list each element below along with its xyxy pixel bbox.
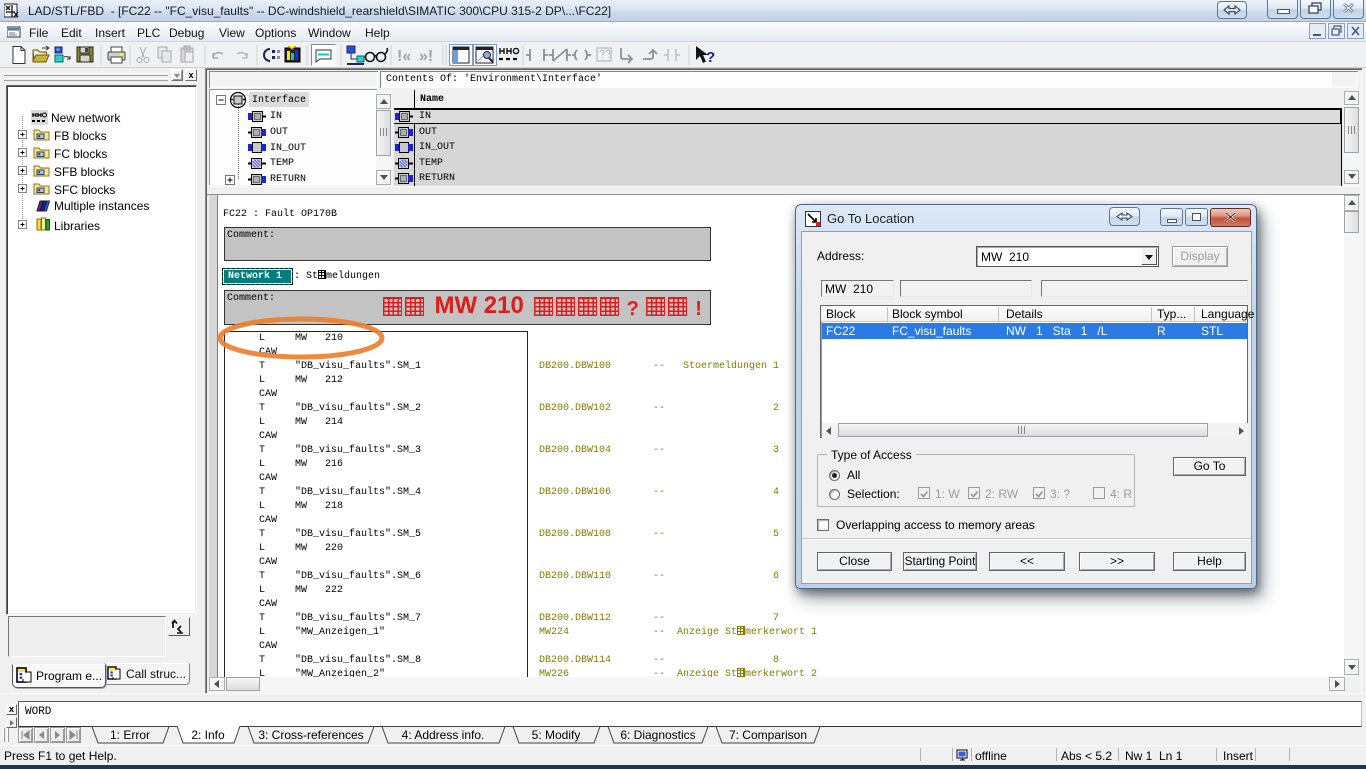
svg-text:6: Diagnostics: 6: Diagnostics (620, 728, 695, 742)
svg-text:3: Cross-references: 3: Cross-references (258, 728, 363, 742)
svg-text:1: Error: 1: Error (110, 728, 150, 742)
svg-text:!«: !« (397, 48, 411, 65)
svg-text:2: Info: 2: Info (191, 728, 225, 742)
svg-text:4: Address info.: 4: Address info. (402, 728, 485, 742)
svg-text:5: Modify: 5: Modify (532, 728, 581, 742)
svg-text:?: ? (706, 49, 715, 66)
svg-text:»!: »! (419, 48, 433, 65)
svg-text:7: Comparison: 7: Comparison (729, 728, 807, 742)
